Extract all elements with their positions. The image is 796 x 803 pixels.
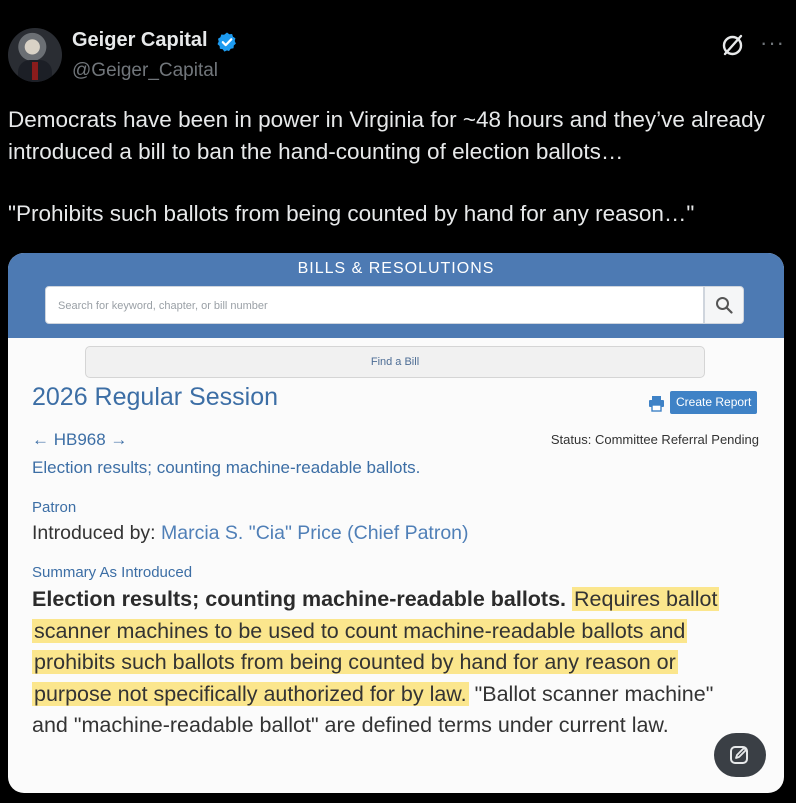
session-title: 2026 Regular Session <box>32 383 278 411</box>
compose-icon <box>730 746 748 764</box>
introduced-by: Introduced by: Marcia S. "Cia" Price (Ch… <box>32 522 469 545</box>
search-button[interactable] <box>704 286 744 324</box>
introduced-prefix: Introduced by: <box>32 522 161 544</box>
summary-text: Election results; counting machine-reada… <box>32 584 752 742</box>
avatar[interactable] <box>8 28 62 82</box>
avatar-tie <box>32 62 38 80</box>
bill-status: Status: Committee Referral Pending <box>550 432 759 447</box>
embedded-screenshot[interactable]: BILLS & RESOLUTIONS Search for keyword, … <box>8 253 784 793</box>
bill-title: Election results; counting machine-reada… <box>32 458 421 477</box>
author-display-name[interactable]: Geiger Capital <box>72 29 208 52</box>
bills-header-title: BILLS & RESOLUTIONS <box>297 260 495 277</box>
tweet-text: Democrats have been in power in Virginia… <box>8 104 788 230</box>
author-handle[interactable]: @Geiger_Capital <box>72 60 218 82</box>
verified-badge-icon <box>217 32 236 52</box>
tweet-paragraph-2: "Prohibits such ballots from being count… <box>8 201 695 226</box>
more-icon[interactable]: ··· <box>760 30 785 56</box>
tweet-paragraph-1: Democrats have been in power in Virginia… <box>8 107 765 164</box>
bills-header: BILLS & RESOLUTIONS Search for keyword, … <box>8 253 784 338</box>
bill-navigation[interactable]: ← HB968 → <box>32 430 127 450</box>
compose-button[interactable] <box>714 733 766 777</box>
grok-icon[interactable] <box>720 32 746 58</box>
patron-link[interactable]: Marcia S. "Cia" Price (Chief Patron) <box>161 522 469 544</box>
find-bill-button[interactable]: Find a Bill <box>85 346 705 378</box>
search-icon <box>716 297 733 314</box>
summary-lead: Election results; counting machine-reada… <box>32 587 567 611</box>
search-input[interactable]: Search for keyword, chapter, or bill num… <box>45 286 704 324</box>
printer-icon[interactable] <box>648 395 665 412</box>
summary-label: Summary As Introduced <box>32 564 193 581</box>
patron-label: Patron <box>32 499 77 516</box>
create-report-button[interactable]: Create Report <box>670 391 758 414</box>
